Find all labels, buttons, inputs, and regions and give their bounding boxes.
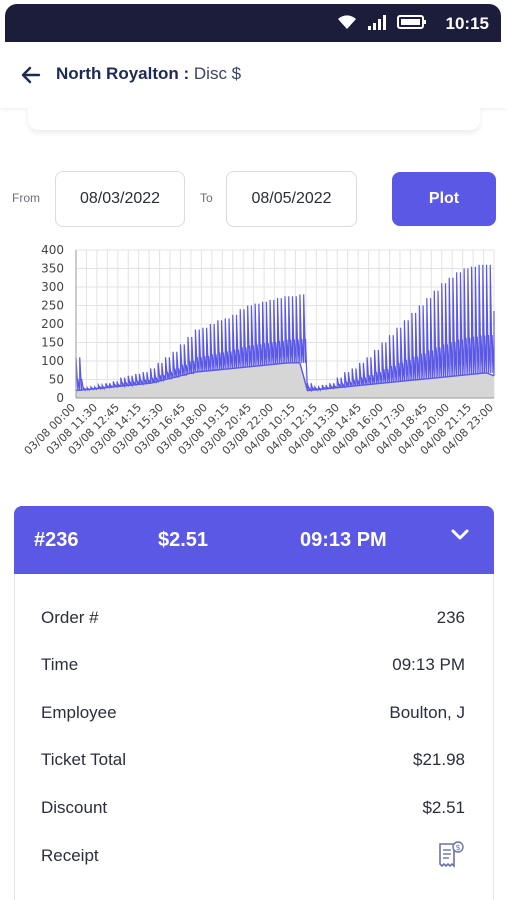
- detail-row-time: Time 09:13 PM: [41, 655, 465, 679]
- detail-value: $21.98: [413, 750, 465, 769]
- metric-name: Disc $: [193, 64, 242, 83]
- page-title: North Royalton : Disc $: [56, 64, 241, 84]
- detail-label: Discount: [41, 798, 108, 817]
- detail-label: Time: [41, 655, 79, 674]
- y-tick-label: 50: [49, 373, 64, 387]
- detail-value: $2.51: [422, 798, 465, 817]
- chevron-down-icon[interactable]: [450, 528, 470, 542]
- discount-chart: 0 50 100 150 200 250 300 350 400 03/08 00:00 03/08…: [0, 240, 506, 498]
- y-tick-label: 250: [41, 299, 64, 313]
- y-tick-label: 150: [41, 336, 64, 350]
- order-card-header[interactable]: #236 $2.51 09:13 PM: [14, 506, 494, 574]
- detail-label: Order #: [41, 608, 99, 627]
- detail-label: Employee: [41, 703, 117, 722]
- from-label: From: [12, 191, 40, 205]
- detail-row-ticket-total: Ticket Total $21.98: [41, 750, 465, 774]
- detail-label: Receipt: [41, 846, 99, 865]
- collapsed-card: [28, 108, 480, 130]
- y-tick-label: 400: [41, 243, 64, 257]
- detail-row-discount: Discount $2.51: [41, 798, 465, 822]
- signal-icon: [368, 15, 386, 30]
- detail-value: 236: [436, 608, 465, 627]
- status-bar: 10:15: [5, 4, 501, 42]
- plot-button[interactable]: Plot: [392, 172, 496, 226]
- to-label: To: [200, 191, 213, 205]
- title-separator: :: [178, 64, 194, 83]
- wifi-icon: [338, 15, 356, 29]
- detail-label: Ticket Total: [41, 750, 127, 769]
- y-tick-label: 200: [41, 317, 64, 331]
- y-tick-label: 300: [41, 280, 64, 294]
- y-tick-label: 350: [41, 262, 64, 276]
- y-tick-label: 0: [56, 391, 64, 405]
- status-icons: [337, 14, 427, 30]
- detail-row-receipt: Receipt $: [41, 841, 465, 870]
- order-amount: $2.51: [158, 529, 209, 551]
- detail-row-employee: Employee Boulton, J: [41, 703, 465, 727]
- detail-row-order: Order # 236: [41, 608, 465, 632]
- location-name: North Royalton: [56, 64, 179, 83]
- receipt-icon[interactable]: $: [435, 840, 465, 870]
- y-tick-label: 100: [41, 354, 64, 368]
- detail-value: 09:13 PM: [392, 655, 465, 674]
- back-arrow-icon[interactable]: [20, 64, 42, 86]
- chart-svg: 05010015020025030035040003/08 00:0003/08…: [22, 243, 497, 457]
- detail-value: Boulton, J: [389, 703, 465, 722]
- to-date-input[interactable]: 08/05/2022: [226, 171, 357, 227]
- battery-icon: [397, 15, 426, 29]
- app-header: North Royalton : Disc $: [0, 42, 506, 108]
- status-clock: 10:15: [445, 14, 489, 33]
- from-date-input[interactable]: 08/03/2022: [55, 171, 185, 227]
- svg-text:$: $: [455, 843, 460, 852]
- date-filter: From 08/03/2022 To 08/05/2022 Plot: [0, 171, 506, 227]
- order-number: #236: [34, 529, 79, 551]
- order-time: 09:13 PM: [300, 529, 387, 551]
- order-details: Order # 236 Time 09:13 PM Employee Boult…: [14, 574, 494, 900]
